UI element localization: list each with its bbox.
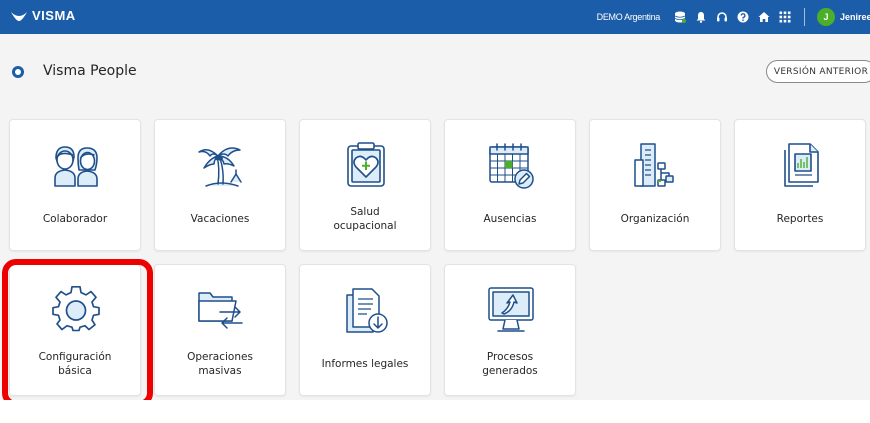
tile-label: Organización — [620, 213, 690, 225]
help-icon[interactable] — [733, 0, 753, 34]
health-clipboard-icon — [347, 142, 385, 187]
tile-informes-legales[interactable]: Informes legales — [299, 264, 431, 396]
palm-tree-icon — [198, 147, 242, 187]
tile-label: Operaciones masivas — [187, 351, 253, 377]
visma-swoosh-icon — [11, 11, 27, 21]
tile-reportes[interactable]: Reportes — [734, 119, 866, 251]
user-avatar[interactable]: J — [817, 8, 835, 26]
toolbar-divider — [804, 8, 805, 26]
visma-logo[interactable]: VISMA — [10, 8, 76, 23]
tile-procesos-generados[interactable]: Procesos generados — [444, 264, 576, 396]
brand-name: VISMA — [32, 8, 76, 23]
tile-operaciones-masivas[interactable]: Operaciones masivas — [154, 264, 286, 396]
page-title: Visma People — [43, 63, 137, 79]
page-bottom — [0, 400, 870, 423]
headset-icon[interactable] — [712, 0, 732, 34]
top-navigation-bar: VISMA DEMO Argentina J Jeniree — [0, 0, 870, 34]
report-icon — [784, 143, 819, 187]
tile-colaborador[interactable]: Colaborador — [9, 119, 141, 251]
visma-people-app-icon — [12, 66, 24, 78]
people-icon — [54, 146, 98, 187]
bell-icon[interactable] — [691, 0, 711, 34]
tile-organizacion[interactable]: Organización — [589, 119, 721, 251]
tile-label: Salud ocupacional — [333, 206, 397, 232]
tile-ausencias[interactable]: Ausencias — [444, 119, 576, 251]
tile-label: Vacaciones — [190, 213, 250, 225]
tile-salud-ocupacional[interactable]: Salud ocupacional — [299, 119, 431, 251]
home-icon[interactable] — [754, 0, 774, 34]
folder-sync-icon — [198, 292, 243, 329]
tile-label: Colaborador — [42, 213, 108, 225]
highlight-annotation — [2, 259, 153, 407]
tile-label: Reportes — [776, 213, 824, 225]
legal-docs-icon — [346, 288, 388, 333]
user-name[interactable]: Jeniree — [840, 12, 870, 22]
calendar-edit-icon — [489, 143, 534, 189]
tile-label: Informes legales — [321, 358, 409, 370]
database-icon[interactable] — [670, 0, 690, 34]
org-building-icon — [634, 143, 674, 187]
tile-label: Procesos generados — [482, 351, 538, 377]
tile-label: Ausencias — [483, 213, 537, 225]
monitor-process-icon — [488, 287, 534, 332]
app-header: Visma People VERSIÓN ANTERIOR — [0, 34, 870, 104]
tile-vacaciones[interactable]: Vacaciones — [154, 119, 286, 251]
previous-version-button[interactable]: VERSIÓN ANTERIOR — [766, 60, 870, 83]
organization-name[interactable]: DEMO Argentina — [597, 12, 661, 22]
app-grid-icon[interactable] — [775, 0, 795, 34]
